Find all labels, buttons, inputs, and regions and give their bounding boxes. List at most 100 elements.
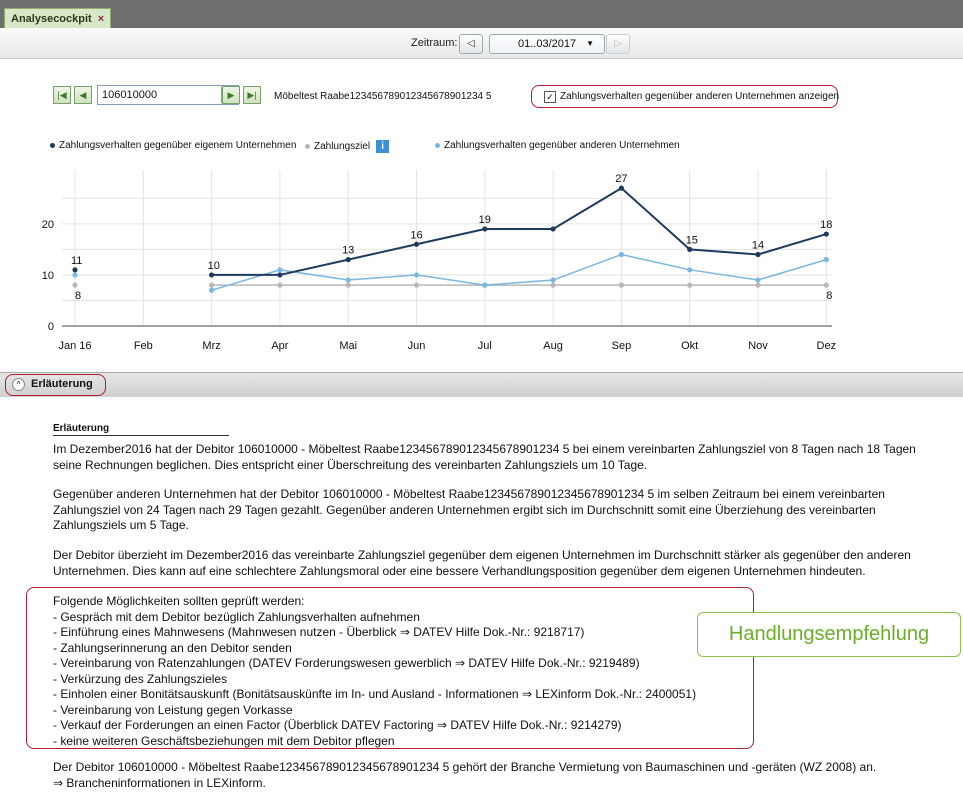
tab-analysecockpit[interactable]: Analysecockpit ×: [4, 8, 112, 29]
data-label: 8: [826, 290, 832, 302]
data-label: 8: [75, 290, 81, 302]
prev-period-button[interactable]: ◁: [459, 34, 483, 54]
first-record-button[interactable]: |◀: [53, 86, 71, 104]
data-point: [687, 246, 693, 252]
info-icon[interactable]: i: [376, 140, 390, 153]
data-point: [618, 185, 625, 191]
legend-dot: [435, 142, 440, 148]
x-tick-label: Feb: [134, 340, 153, 352]
section-title: Erläuterung: [31, 378, 93, 390]
paragraph-1: Im Dezember2016 hat der Debitor 10601000…: [53, 442, 963, 473]
arrow-right-icon: ▷: [614, 38, 622, 49]
data-point: [209, 282, 215, 288]
data-point: [823, 282, 829, 288]
list-item[interactable]: - Einführung eines Mahnwesens (Mahnwesen…: [53, 625, 696, 641]
data-point: [277, 272, 283, 278]
legend-dot: [305, 144, 310, 149]
x-tick-label: Jun: [408, 340, 426, 352]
chevron-up-icon[interactable]: ^: [12, 378, 25, 391]
x-tick-label: Okt: [681, 340, 698, 352]
section-bar: [0, 372, 963, 397]
period-value: 01..03/2017: [518, 38, 577, 50]
data-label: 16: [410, 229, 422, 241]
paragraph-line: Zahlungsziel von 24 Tagen nach 29 Tagen …: [53, 502, 876, 517]
list-item[interactable]: - Vereinbarung von Ratenzahlungen (DATEV…: [53, 656, 696, 672]
payment-chart: 0 10 20 Jan 16 Feb Mrz Apr Mai Jun Jul Aug Sep Okt No…: [42, 170, 836, 352]
zeitraum-label: Zeitraum:: [411, 37, 458, 49]
list-item: - Vereinbarung von Leistung gegen Vorkas…: [53, 702, 293, 717]
debitor-name: Möbeltest Raabe123456789012345678901234 …: [274, 91, 492, 102]
x-tick-label: Apr: [271, 340, 288, 352]
list-item: - Gespräch mit dem Debitor bezüglich Zah…: [53, 609, 420, 624]
list-item: - keine weiteren Geschäftsbeziehungen mi…: [53, 733, 395, 748]
y-tick-label: 10: [42, 270, 54, 282]
list-item[interactable]: - Einholen einer Bonitätsauskunft (Bonit…: [53, 687, 696, 703]
handlungsempfehlung-callout: Handlungsempfehlung: [697, 612, 961, 657]
data-point: [413, 282, 420, 288]
paragraph-line: Im Dezember2016 hat der Debitor 10601000…: [53, 442, 916, 456]
legend-dot: [50, 142, 55, 148]
data-point: [413, 272, 420, 278]
legend-target-label: Zahlungsziel: [314, 141, 371, 153]
data-point: [550, 277, 556, 283]
x-tick-label: Mrz: [202, 340, 220, 352]
previous-record-button[interactable]: ◀: [74, 86, 92, 104]
data-label: 18: [820, 219, 832, 231]
data-point: [345, 282, 351, 288]
data-label: 27: [615, 173, 627, 185]
data-point: [277, 282, 283, 288]
arrow-left-icon: ◀: [79, 90, 87, 100]
legend-other: Zahlungsverhalten gegenüber anderen Unte…: [435, 140, 680, 151]
data-point: [482, 282, 488, 288]
arrow-right-icon: ▶: [227, 90, 235, 100]
x-tick-label: Mai: [339, 340, 357, 352]
chevron-down-icon: ▼: [586, 39, 594, 48]
paragraph-2: Gegenüber anderen Unternehmen hat der De…: [53, 487, 885, 534]
x-tick-label: Sep: [612, 340, 632, 352]
data-point: [209, 272, 215, 278]
checkmark-icon: ✓: [546, 92, 554, 102]
data-label: 19: [479, 214, 491, 226]
x-tick-label: Nov: [748, 340, 768, 352]
x-tick-label: Jul: [478, 340, 492, 352]
lexinform-link[interactable]: ⇒ Brancheninformationen in LEXinform.: [53, 776, 876, 792]
explanation-heading: Erläuterung: [53, 423, 229, 436]
paragraph-line: Unternehmen. Dies kann auf eine schlecht…: [53, 563, 866, 578]
arrow-left-icon: ◁: [467, 38, 475, 49]
data-point: [345, 277, 351, 283]
data-point: [618, 282, 625, 288]
next-record-button[interactable]: ▶: [222, 86, 240, 104]
last-record-button[interactable]: ▶|: [243, 86, 261, 104]
data-point: [482, 226, 488, 232]
x-tick-label: Aug: [543, 340, 563, 352]
tab-bar: [0, 0, 963, 28]
data-point: [72, 272, 78, 278]
debitor-combo[interactable]: 106010000 ▼: [97, 85, 239, 105]
x-tick-label: Jan 16: [58, 340, 91, 352]
data-point: [755, 251, 761, 258]
data-point: [823, 257, 829, 263]
close-icon[interactable]: ×: [98, 13, 104, 25]
list-item[interactable]: - Verkauf der Forderungen an einen Facto…: [53, 718, 696, 734]
data-point: [823, 231, 829, 237]
legend-other-label: Zahlungsverhalten gegenüber anderen Unte…: [444, 140, 680, 151]
period-select[interactable]: 01..03/2017 ▼: [489, 34, 605, 54]
compare-checkbox[interactable]: ✓: [544, 91, 556, 103]
paragraph-line: Der Debitor 106010000 - Möbeltest Raabe1…: [53, 760, 877, 774]
data-point: [413, 241, 420, 247]
data-point: [755, 282, 761, 288]
paragraph-line: Der Debitor überzieht im Dezember2016 da…: [53, 548, 911, 562]
next-period-button[interactable]: ▷: [606, 34, 630, 54]
compare-checkbox-label[interactable]: Zahlungsverhalten gegenüber anderen Unte…: [560, 91, 839, 102]
data-point: [618, 251, 625, 258]
paragraph-line: seine Rechnungen beglichen. Dies entspri…: [53, 457, 648, 472]
data-point: [687, 282, 693, 288]
legend-own-label: Zahlungsverhalten gegenüber eigenem Unte…: [59, 140, 297, 151]
paragraph-3: Der Debitor überzieht im Dezember2016 da…: [53, 548, 963, 579]
data-point: [277, 267, 283, 273]
data-point: [72, 282, 78, 288]
data-point: [755, 277, 761, 283]
skip-first-icon: |◀: [57, 90, 67, 100]
y-tick-label: 0: [48, 321, 54, 333]
options-list: Folgende Möglichkeiten sollten geprüft w…: [53, 594, 696, 749]
